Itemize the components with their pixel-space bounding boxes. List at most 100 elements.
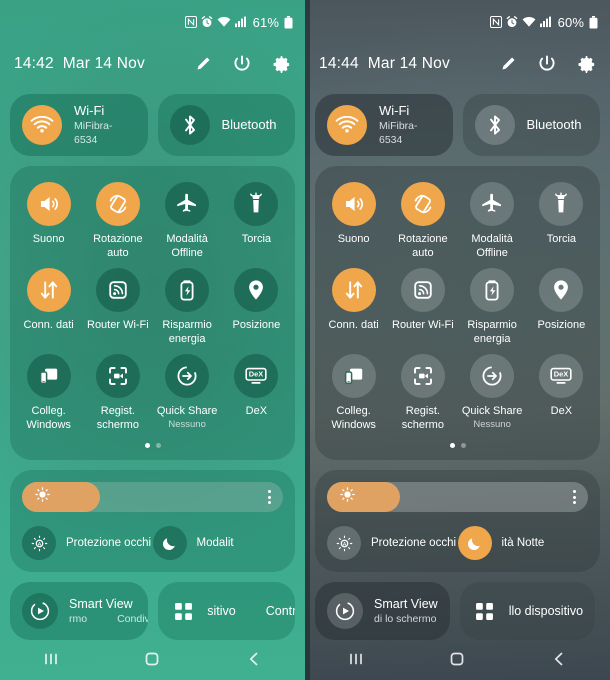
home-icon[interactable]: [447, 649, 467, 669]
wifi-card[interactable]: Wi-Fi MiFibra-6534: [315, 94, 453, 156]
toggle-dex[interactable]: DeX DeX: [222, 352, 291, 432]
smart-view-icon: [22, 593, 58, 629]
page-dot-1[interactable]: [449, 442, 455, 448]
back-icon[interactable]: [549, 649, 569, 669]
toggle-dex[interactable]: DeX DeX: [527, 352, 596, 432]
power-icon[interactable]: [537, 54, 557, 74]
night-mode-toggle[interactable]: ità Notte: [457, 526, 589, 560]
bluetooth-icon[interactable]: [474, 105, 515, 145]
toggle-quick-share[interactable]: Quick Share Nessuno: [458, 352, 527, 432]
bottom-row: Smart View di lo schermo llo dispositivo: [315, 582, 600, 640]
toggle-battery-saver[interactable]: Risparmio energia: [458, 266, 527, 346]
brightness-more-icon[interactable]: [573, 490, 576, 504]
edit-pencil-icon[interactable]: [193, 55, 212, 74]
nfc-icon: [489, 16, 502, 28]
toggle-grid: Suono Rotazione auto Modalità Offline Torci…: [14, 180, 291, 432]
eye-comfort-toggle[interactable]: A Protezione occhi: [327, 526, 458, 560]
toggle-flashlight[interactable]: Torcia: [222, 180, 291, 260]
eye-comfort-icon: A: [327, 526, 361, 560]
device-control-card[interactable]: llo dispositivo: [459, 582, 596, 640]
wifi-icon: [522, 16, 536, 28]
brightness-card: A Protezione occhi Modalit: [10, 470, 295, 572]
brightness-slider[interactable]: [327, 482, 588, 512]
settings-gear-icon[interactable]: [577, 55, 596, 74]
wifi-icon[interactable]: [22, 105, 62, 145]
toggle-hotspot[interactable]: Router Wi-Fi: [388, 266, 457, 346]
toggle-datasync[interactable]: Conn. dati: [319, 266, 388, 346]
toggle-label: Modalità Offline: [471, 233, 513, 259]
toggle-volume[interactable]: Suono: [14, 180, 83, 260]
datasync-icon: [26, 268, 71, 312]
toggle-label: Quick Share: [156, 405, 218, 417]
toggle-label: Colleg. Windows: [26, 405, 71, 431]
moon-icon: [457, 526, 492, 560]
page-dot-2[interactable]: [460, 442, 466, 448]
toggle-location-pin[interactable]: Posizione: [222, 266, 291, 346]
device-label-left: llo dispositivo: [508, 604, 584, 618]
screen-record-icon: [95, 354, 140, 398]
toggle-volume[interactable]: Suono: [319, 180, 388, 260]
toggle-rotate[interactable]: Rotazione auto: [388, 180, 457, 260]
edit-pencil-icon[interactable]: [498, 55, 517, 74]
toggle-screen-record[interactable]: Regist. schermo: [83, 352, 152, 432]
settings-gear-icon[interactable]: [272, 55, 291, 74]
toggle-datasync[interactable]: Conn. dati: [14, 266, 83, 346]
bluetooth-card[interactable]: Bluetooth: [462, 94, 600, 156]
toggle-screen-record[interactable]: Regist. schermo: [388, 352, 457, 432]
bottom-row: Smart View rmo Condiv sitivo Contr: [10, 582, 295, 640]
power-icon[interactable]: [232, 54, 252, 74]
toggle-label: Rotazione auto: [398, 233, 448, 259]
smart-view-card[interactable]: Smart View di lo schermo: [315, 582, 450, 640]
brightness-more-icon[interactable]: [268, 490, 271, 504]
toggle-sublabel: Nessuno: [473, 419, 511, 430]
panel-header: 14:44 Mar 14 Nov: [305, 44, 610, 84]
toggle-hotspot[interactable]: Router Wi-Fi: [83, 266, 152, 346]
toggle-rotate[interactable]: Rotazione auto: [83, 180, 152, 260]
wifi-card[interactable]: Wi-Fi MiFibra-6534: [10, 94, 148, 156]
toggle-link-windows[interactable]: Colleg. Windows: [319, 352, 388, 432]
toggle-grid-card: Suono Rotazione auto Modalità Offline Torci…: [315, 166, 600, 460]
clock-date-text: Mar 14 Nov: [367, 55, 450, 72]
toggle-label: Regist. schermo: [96, 405, 139, 431]
toggle-location-pin[interactable]: Posizione: [527, 266, 596, 346]
toggle-label: Regist. schermo: [401, 405, 444, 431]
back-icon[interactable]: [244, 649, 264, 669]
brightness-slider[interactable]: [22, 482, 283, 512]
bluetooth-icon[interactable]: [169, 105, 210, 145]
recents-icon[interactable]: [41, 649, 61, 669]
status-icons: [489, 16, 551, 28]
page-indicator: [14, 440, 291, 450]
smart-view-card[interactable]: Smart View rmo Condiv: [10, 582, 149, 640]
toggle-airplane[interactable]: Modalità Offline: [458, 180, 527, 260]
recents-icon[interactable]: [346, 649, 366, 669]
clock-date-text: Mar 14 Nov: [62, 55, 145, 72]
toggle-flashlight[interactable]: Torcia: [527, 180, 596, 260]
brightness-modes: A Protezione occhi Modalit: [22, 526, 283, 560]
night-mode-toggle[interactable]: Modalit: [152, 526, 284, 560]
quick-panel-dark: 60% 14:44 Mar 14 Nov Wi-Fi MiFibra-6534 …: [305, 0, 610, 680]
device-label-right: Contr: [265, 604, 295, 618]
location-pin-icon: [234, 268, 279, 312]
panel-header: 14:42 Mar 14 Nov: [0, 44, 305, 84]
wifi-ssid: MiFibra-6534: [379, 120, 418, 146]
dex-icon: DeX: [539, 354, 584, 398]
eye-comfort-toggle[interactable]: A Protezione occhi: [22, 526, 153, 560]
toggle-airplane[interactable]: Modalità Offline: [153, 180, 222, 260]
wifi-icon[interactable]: [327, 105, 367, 145]
wifi-icon: [217, 16, 231, 28]
device-control-card[interactable]: sitivo Contr: [158, 582, 295, 640]
status-icons: [184, 16, 246, 28]
toggle-battery-saver[interactable]: Risparmio energia: [153, 266, 222, 346]
clock-date[interactable]: 14:42 Mar 14 Nov: [14, 55, 145, 73]
toggle-link-windows[interactable]: Colleg. Windows: [14, 352, 83, 432]
home-icon[interactable]: [142, 649, 162, 669]
page-dot-1[interactable]: [144, 442, 150, 448]
page-dot-2[interactable]: [155, 442, 161, 448]
toggle-sublabel: Nessuno: [168, 419, 206, 430]
clock-time: 14:44: [319, 55, 359, 72]
smart-view-text: Smart View rmo Condiv: [69, 596, 148, 626]
clock-date[interactable]: 14:44 Mar 14 Nov: [319, 55, 450, 73]
bluetooth-card[interactable]: Bluetooth: [157, 94, 295, 156]
toggle-quick-share[interactable]: Quick Share Nessuno: [153, 352, 222, 432]
device-labels: sitivo Contr: [207, 604, 295, 618]
